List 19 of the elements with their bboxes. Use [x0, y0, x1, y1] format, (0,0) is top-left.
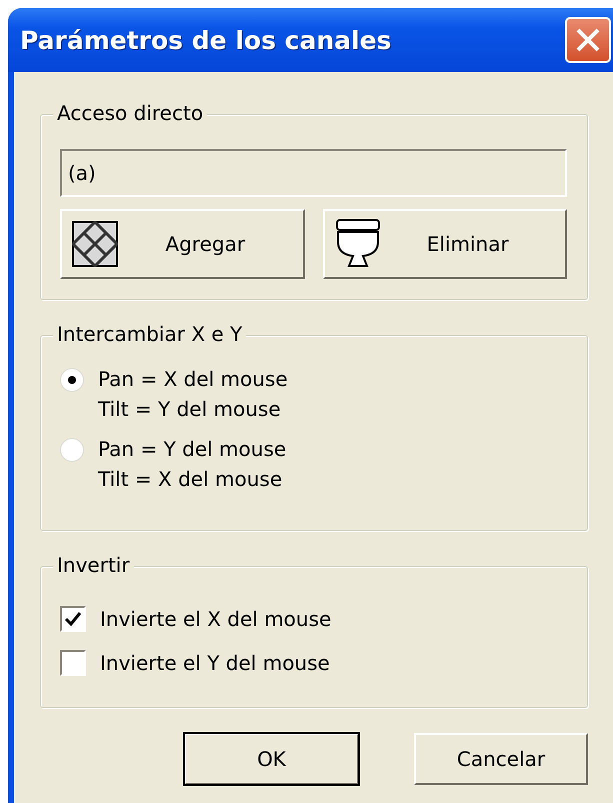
- shortcut-field[interactable]: (a): [60, 149, 567, 197]
- toilet-icon: [334, 218, 380, 270]
- checkbox-label: Invierte el Y del mouse: [100, 651, 330, 675]
- dialog-button[interactable]: OK: [184, 733, 359, 785]
- close-button[interactable]: [565, 17, 611, 63]
- close-icon: [574, 26, 602, 54]
- window-title: Parámetros de los canales: [20, 26, 392, 54]
- tile-icon: [72, 221, 118, 267]
- checkbox-label: Invierte el X del mouse: [100, 607, 332, 631]
- checkmark-icon: [64, 610, 82, 628]
- icon-button[interactable]: Eliminar: [322, 209, 567, 279]
- checkbox[interactable]: [60, 606, 86, 632]
- dialog-button[interactable]: Cancelar: [414, 733, 588, 785]
- radio-label: Pan = X del mouse Tilt = Y del mouse: [98, 366, 288, 423]
- icon-button[interactable]: Agregar: [60, 209, 304, 279]
- radio-button[interactable]: [60, 438, 84, 462]
- radio-label: Pan = Y del mouse Tilt = X del mouse: [98, 436, 286, 493]
- radio-button[interactable]: [60, 368, 84, 392]
- checkbox[interactable]: [60, 650, 86, 676]
